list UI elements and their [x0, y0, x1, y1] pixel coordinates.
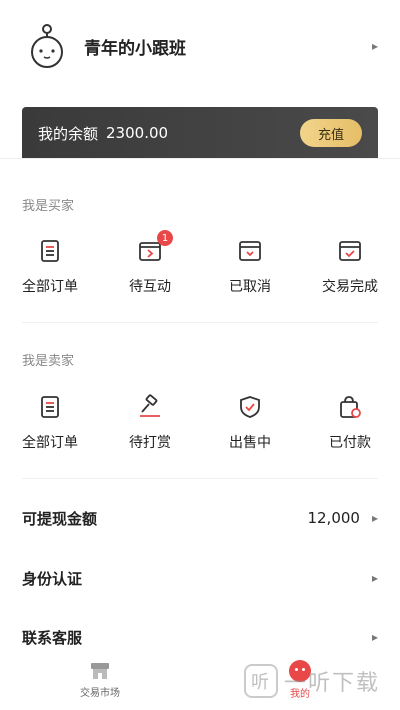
order-list-icon [41, 396, 59, 418]
tab-label: 交易市场 [80, 688, 120, 699]
divider [22, 322, 378, 323]
paid-bag-icon [340, 396, 361, 418]
watermark: 听 一听下载 [244, 664, 380, 698]
withdrawable-amount: 12,000 [307, 509, 360, 527]
buyer-all-orders[interactable]: 全部订单 [0, 238, 100, 296]
seller-section-title: 我是卖家 [22, 354, 75, 369]
grid-label: 待互动 [129, 279, 171, 295]
divider [22, 478, 378, 479]
completed-box-icon [339, 241, 361, 261]
buyer-grid: 全部订单 1 待互动 已取消 交易完成 [0, 230, 400, 296]
balance-amount: 2300.00 [106, 124, 169, 142]
seller-on-sale[interactable]: 出售中 [200, 394, 300, 452]
chevron-right-icon: ▸ [371, 511, 378, 525]
cancelled-box-icon [239, 241, 261, 261]
grid-label: 已取消 [229, 279, 271, 295]
withdrawable-amount-row[interactable]: 可提现金额 12,000 ▸ [22, 503, 378, 533]
watermark-text: 一听下载 [284, 671, 381, 696]
order-list-icon [41, 240, 59, 262]
seller-pending-reward[interactable]: 待打赏 [100, 394, 200, 452]
notification-badge: 1 [157, 230, 173, 246]
balance-card: 我的余额 2300.00 充值 [22, 107, 378, 159]
profile-header[interactable]: 青年的小跟班 ▸ [0, 0, 400, 92]
balance-label: 我的余额 [38, 124, 99, 143]
seller-all-orders[interactable]: 全部订单 [0, 394, 100, 452]
chevron-right-icon: ▸ [371, 39, 378, 53]
watermark-logo-icon: 听 [244, 664, 278, 698]
grid-label: 全部订单 [22, 435, 78, 451]
grid-label: 已付款 [329, 435, 371, 451]
divider [0, 158, 400, 159]
grid-label: 交易完成 [322, 279, 378, 295]
row-label: 联系客服 [22, 628, 83, 647]
contact-support-row[interactable]: 联系客服 ▸ [22, 622, 378, 652]
grid-label: 待打赏 [129, 435, 171, 451]
pending-interaction-icon: 1 [137, 230, 173, 264]
buyer-completed[interactable]: 交易完成 [300, 238, 400, 296]
shield-check-icon [240, 396, 260, 418]
avatar-icon [31, 24, 63, 68]
row-label: 可提现金额 [22, 509, 98, 528]
profile-name: 青年的小跟班 [84, 38, 186, 59]
row-label: 身份认证 [22, 569, 83, 588]
seller-grid: 全部订单 待打赏 出售中 已付款 [0, 394, 400, 452]
auction-hammer-icon [140, 394, 160, 417]
identity-verification-row[interactable]: 身份认证 ▸ [22, 563, 378, 593]
grid-label: 出售中 [229, 435, 271, 451]
buyer-section-title: 我是买家 [22, 199, 75, 214]
chevron-right-icon: ▸ [371, 630, 378, 644]
seller-paid[interactable]: 已付款 [300, 394, 400, 452]
buyer-cancelled[interactable]: 已取消 [200, 238, 300, 296]
recharge-button[interactable]: 充值 [300, 119, 362, 147]
store-icon [91, 663, 109, 679]
tab-market[interactable]: 交易市场 [0, 650, 200, 710]
grid-label: 全部订单 [22, 279, 78, 295]
chevron-right-icon: ▸ [371, 571, 378, 585]
buyer-pending-interaction[interactable]: 1 待互动 [100, 230, 200, 296]
profile-screen: 青年的小跟班 ▸ 我的余额 2300.00 充值 我是买家 全部订单 1 待互动… [0, 0, 400, 710]
